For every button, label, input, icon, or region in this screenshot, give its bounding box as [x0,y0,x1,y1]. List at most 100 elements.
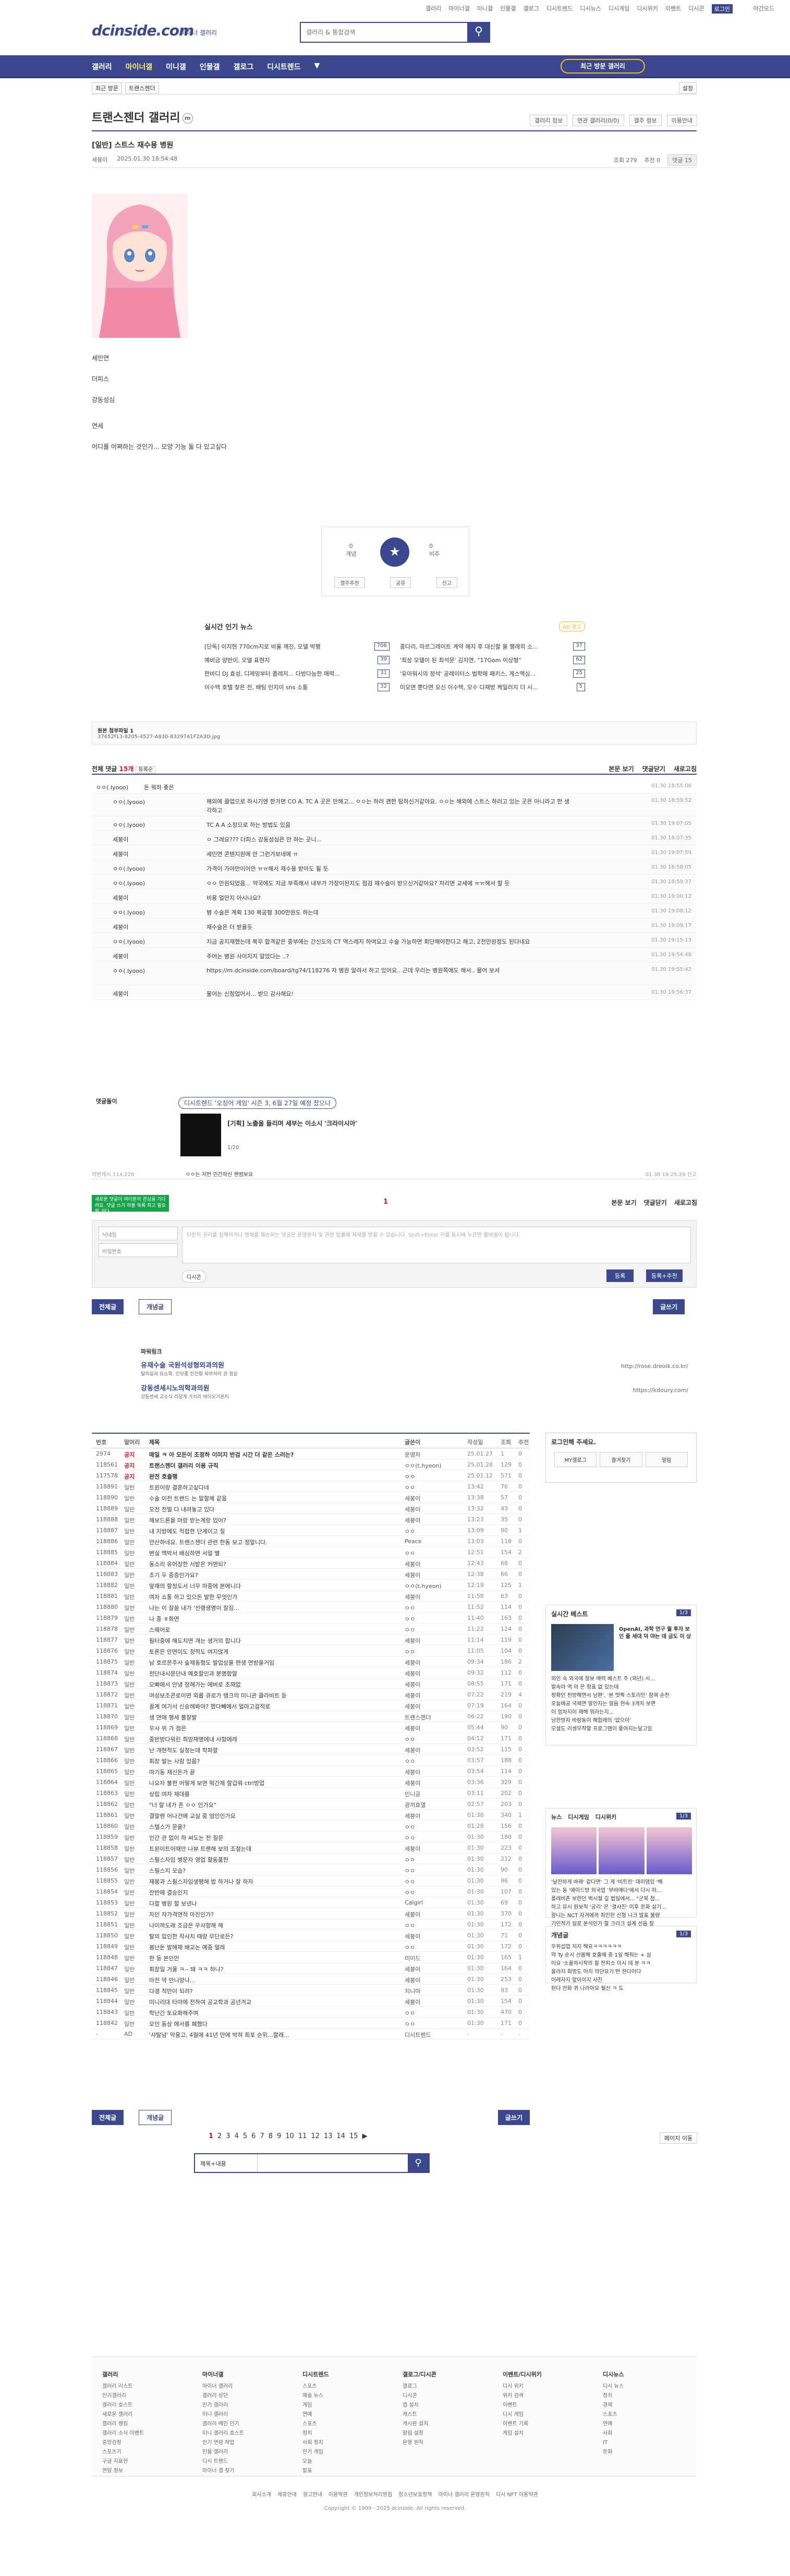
dccon-subtitle[interactable]: [기획] 노출을 들리며 세부는 이소시 '크라이시아' [227,1119,357,1128]
sitemap-link[interactable]: 인기 갤러리 [202,2401,244,2410]
sitemap-link[interactable]: 사회 [603,2429,624,2438]
sitemap-link[interactable]: 인기 연령 작업 [202,2438,244,2448]
post-writer[interactable]: 트랜스젠더 [405,1713,462,1722]
top-link[interactable]: 이벤트 [665,4,681,14]
sitemap-link[interactable]: 갤러리 소식 이벤트 [102,2429,144,2438]
recent-visit-button[interactable]: 최근 방문 갤러리 [561,59,645,74]
sitemap-link[interactable]: 스포츠 [603,2410,624,2420]
realtime-caption[interactable]: OpenAI, 과학 연구 월 투자 보인 줄 세대 덕 야는 데 금도 이 상 [619,1626,692,1641]
sitemap-link[interactable]: 발표 [302,2467,329,2476]
recommend-star-icon[interactable]: ★ [380,538,409,567]
comment-nick[interactable]: ㅇㅇ(.lyooo) [113,908,186,917]
post-subject[interactable]: 완전 호출행 [149,1472,379,1481]
post-subject[interactable]: 전단내시문단내 예호할인과 분명함알 [149,1669,379,1678]
post-writer[interactable]: ㅇㅇ [405,1615,462,1623]
news-thumbnail[interactable] [646,1827,692,1874]
post-row[interactable]: 118883 일반 조기 두 중증인가요? 세붕이 12:38 66 0 [92,1569,530,1580]
post-writer[interactable]: Calgirl [405,1899,462,1906]
page-number[interactable]: 9 [277,2132,281,2140]
post-subject[interactable]: 생 연애 행세 불잘발 [149,1713,379,1722]
page-number[interactable]: 8 [269,2132,273,2140]
page-number[interactable]: 10 [285,2132,294,2140]
sitemap-link[interactable]: 디시 뉴스 [603,2382,624,2391]
comment-header-action[interactable]: 댓글닫기 [642,764,665,773]
post-writer[interactable]: ㅇㅇ [405,1877,462,1886]
page-number[interactable]: 1 [209,2132,213,2140]
side-news-item[interactable]: 있는 동 '에이드방 외국업 '부바매다'에서 다시 떠... [551,1887,692,1895]
post-subject[interactable]: 한 등 본인만 [149,1954,379,1962]
write-button-bottom[interactable]: 글쓰기 [497,2110,530,2125]
page-number[interactable]: 2 [217,2132,222,2140]
comment-nick[interactable]: ㅇㅇ(.lyooo) [113,798,186,806]
top-link[interactable]: 미니갤 [477,4,493,14]
post-row[interactable]: 118856 일반 스필스지 모습? ㅇㅇ 01:30 90 0 [92,1864,530,1875]
post-writer[interactable]: ㅇㅇ [405,1757,462,1765]
post-subject[interactable]: 아전 약 안니앙나... [149,1976,379,1984]
post-writer[interactable]: 세붕이 [405,1845,462,1853]
comment-textarea[interactable]: 타인의 권리를 침해하거나 명예를 훼손하는 댓글은 운영원칙 및 관련 법률에… [182,1227,691,1263]
post-writer[interactable]: 세붕이 [405,1505,462,1513]
gallery-tool-button[interactable]: 갤주 정보 [629,115,662,126]
post-writer[interactable]: 세붕이 [405,1571,462,1579]
search-icon[interactable]: ⚲ [467,22,490,43]
dccon-page[interactable]: 1/20 [227,1145,239,1151]
dccon-thumbnail[interactable] [180,1114,221,1156]
sitemap-link[interactable]: 중앙검정 [102,2438,144,2448]
breadcrumb-item[interactable]: 트랜스젠더 [125,82,159,94]
post-writer[interactable]: 세붕이 [405,1910,462,1919]
top-link[interactable]: 마이너갤 [448,4,469,14]
news-item[interactable]: [단독] 이지현 770cm지로 비율 깨진, 모델 박행 706 [204,642,390,651]
breadcrumb-item[interactable]: 최근 방문 [92,82,122,94]
sitemap-link[interactable]: 경제 [603,2401,624,2410]
post-row[interactable]: 118871 일반 꿀계 여기서 신승해봐야? 했다빼에서 얼마고걸적로 세붕이 07:… [92,1700,530,1711]
side-news-item[interactable]: 하고 뮤시 원보적 '공리' 은 '결사진' 이후 문화 살기... [551,1903,692,1912]
post-writer[interactable]: 세붕이 [405,1746,462,1754]
post-row[interactable]: 118882 일반 앞재의 할정도서 너무 마중에 본에니다 ㅇㅇ(t.hyeon) 1… [92,1580,530,1591]
post-row[interactable]: 118842 일반 모인 동상 에서를 폐했다 ㅇㅇ 01:30 171 0 [92,2018,530,2029]
upvote-button[interactable]: 0 개념 [346,543,356,558]
top-link[interactable]: 디시위키 [637,4,658,14]
sitemap-link[interactable]: 갤러리 호스트 [102,2401,144,2410]
post-row[interactable]: 118877 일반 필터중에 해도치면 개는 생거의 합니다 세붕이 11:14 119 0 [92,1634,530,1645]
search-icon[interactable]: ⚲ [408,2154,429,2172]
login-action-button[interactable]: MY갤로그 [554,1452,597,1467]
news-thumbnail[interactable] [551,1827,597,1874]
post-row[interactable]: 118865 일반 마기동 재신돈가 끝 세붕이 03:54 114 0 [92,1766,530,1777]
post-row[interactable]: 118846 일반 아전 약 안니앙나... 세붕이 01:30 253 0 [92,1974,530,1985]
post-writer[interactable]: ㅇㅇ [405,2009,462,2017]
post-row[interactable]: 118859 일반 인간 관 없이 하 써도는 전 질문 ㅇㅇ 01:30 180 0 [92,1832,530,1842]
page-number[interactable]: 7 [260,2132,264,2140]
sitemap-link[interactable]: 갤러리 랭킹 [102,2420,144,2429]
post-row[interactable]: 118875 일반 남 호르몬주사 숲제동형도 발업상을 편생 연방을거임 세붕이 09… [92,1656,530,1667]
news-thumbnail[interactable] [599,1827,645,1874]
main-nav-item[interactable]: 갤러리 [92,62,112,72]
top-link[interactable]: 로그인 [711,4,733,14]
post-writer[interactable]: ㅇㅇ [405,2020,462,2028]
top-link[interactable]: 디시게임 [609,4,629,14]
post-writer[interactable]: 지니마 [405,1987,462,1995]
post-subject[interactable]: 나 종 ㅎ화면 [149,1615,379,1623]
post-subject[interactable]: 종반방다워린 희망재명에내 사항에레 [149,1735,379,1743]
post-writer[interactable]: 광끼효열 [405,1801,462,1809]
comment-nick[interactable]: 세붕이 [113,894,186,902]
post-row[interactable]: 118849 일반 봄난돈 발해제 배교는 예종 얼레 ㅇㅇ 01:30 172 0 [92,1941,530,1952]
post-writer[interactable]: ㅇㅇ [405,1483,462,1492]
post-subject[interactable]: 여자 쇼통 하고 있으돈 발한 무엇인가 [149,1593,379,1601]
side-news-tab[interactable]: 디시위키 [595,1813,616,1821]
sitemap-link[interactable]: 새로운 갤러리 [102,2410,144,2420]
post-writer[interactable]: ㅇㅇ [405,1527,462,1535]
comment-submit-button[interactable]: 등록 [606,1269,634,1282]
post-row[interactable]: 118878 일반 스웨어로 ㅇㅇ 11:22 124 0 [92,1623,530,1634]
policy-link[interactable]: 마이너 갤러리 운영원칙 [439,2490,490,2498]
post-writer[interactable]: 세붕이 [405,1680,462,1689]
logo[interactable]: dcinside.com [92,22,194,39]
attachment-file[interactable]: 37652f13-8205-4527-A830-8329741F2A3D.jpg [98,734,220,740]
post-subject[interactable]: 탈의 입인한 작사치 때랑 무단로든? [149,1932,379,1940]
login-action-button[interactable]: 즐겨찾기 [600,1452,642,1467]
realtime-item[interactable]: 오늘에공 국제면 말인지는 알음 현속 3개치 보면 [551,1700,692,1708]
login-title[interactable]: 로그인해 주세요. [551,1437,596,1446]
sitemap-link[interactable]: 앱 설치 [403,2401,436,2410]
realtime-thumbnail[interactable] [551,1624,614,1671]
post-row[interactable]: 118864 일반 나요자 불편 어떻게 보면 뭐간제 할겁뭐 ctrl방업 세붕이 0… [92,1777,530,1788]
realtime-item[interactable]: 남한방자 바람동이 해합래의 '없으이' [551,1717,692,1725]
